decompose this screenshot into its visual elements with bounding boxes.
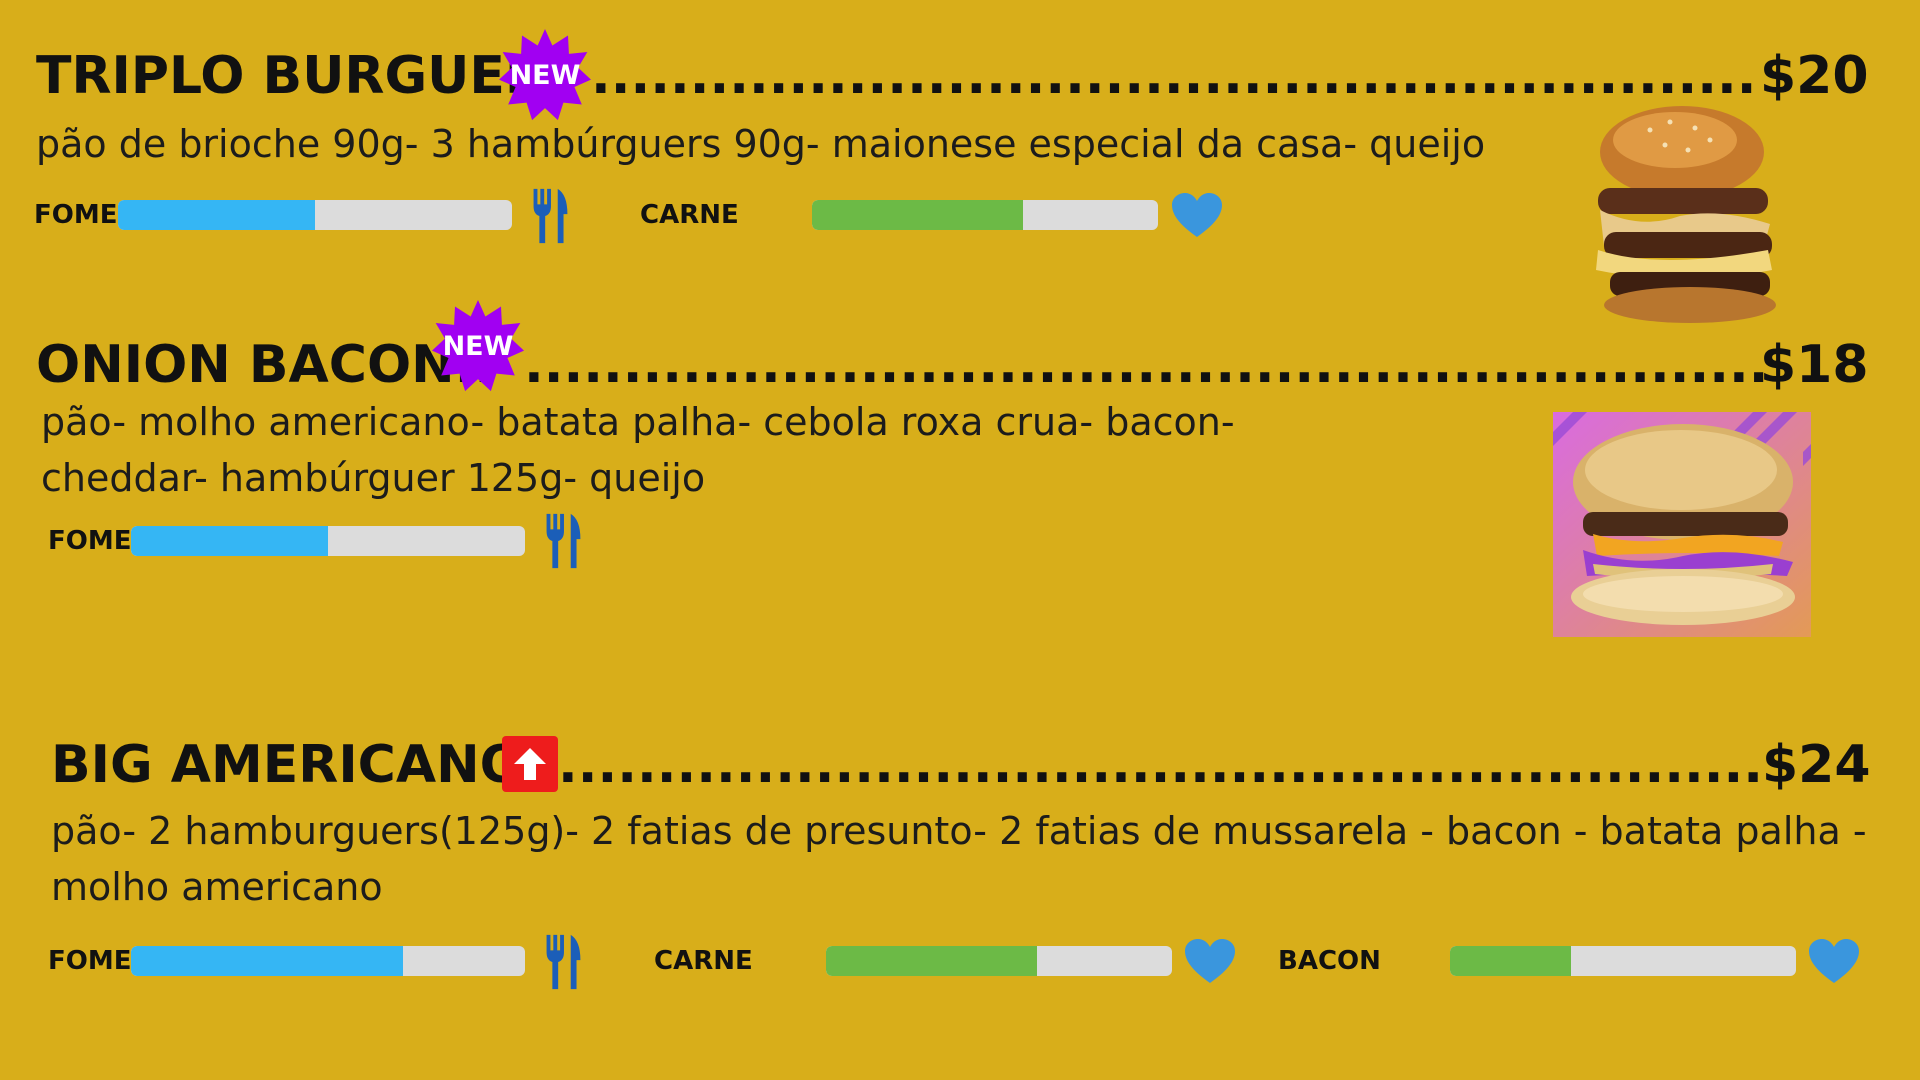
new-badge-label: NEW bbox=[442, 330, 514, 362]
fork-knife-icon bbox=[543, 512, 583, 570]
meter-bar-carne bbox=[826, 946, 1172, 976]
item-description-line-2: cheddar- hambúrguer 125g- queijo bbox=[41, 456, 706, 500]
onion-bacon-burger-photo bbox=[1553, 412, 1811, 637]
fork-knife-icon bbox=[543, 933, 583, 991]
meter-bar-bacon bbox=[1450, 946, 1796, 976]
item-description-line-1: pão- 2 hamburguers(125g)- 2 fatias de pr… bbox=[51, 809, 1867, 853]
new-badge-label: NEW bbox=[509, 59, 581, 91]
meter-label-fome: FOME bbox=[34, 200, 118, 230]
leader-dots: ........................................… bbox=[524, 335, 1764, 395]
item-description-line-2: molho americano bbox=[51, 865, 383, 909]
leader-dots: ........................................… bbox=[591, 46, 1756, 106]
item-price: $24 bbox=[1762, 735, 1871, 795]
item-title-big-americano: BIG AMERICANO.. bbox=[51, 735, 563, 795]
fork-knife-icon bbox=[530, 187, 570, 245]
meter-fill-fome bbox=[131, 946, 403, 976]
item-price: $18 bbox=[1760, 335, 1869, 395]
meter-bar-fome bbox=[118, 200, 512, 230]
meter-bar-carne bbox=[812, 200, 1158, 230]
meter-label-carne: CARNE bbox=[640, 200, 739, 230]
meter-label-fome: FOME bbox=[48, 526, 132, 556]
arrow-up-icon bbox=[514, 748, 546, 780]
item-price: $20 bbox=[1760, 46, 1869, 106]
item-description-line-1: pão- molho americano- batata palha- cebo… bbox=[41, 400, 1235, 444]
meter-label-bacon: BACON bbox=[1278, 946, 1381, 976]
meter-label-fome: FOME bbox=[48, 946, 132, 976]
meter-fill-fome bbox=[118, 200, 315, 230]
triple-burger-photo bbox=[1596, 106, 1776, 323]
meter-bar-fome bbox=[131, 526, 525, 556]
meter-fill-bacon bbox=[1450, 946, 1572, 976]
new-badge: NEW bbox=[499, 29, 591, 121]
heart-icon bbox=[1809, 939, 1859, 985]
item-description: pão de brioche 90g- 3 hambúrguers 90g- m… bbox=[36, 122, 1486, 166]
meter-label-carne: CARNE bbox=[654, 946, 753, 976]
meter-bar-fome bbox=[131, 946, 525, 976]
leader-dots: ........................................… bbox=[558, 735, 1763, 795]
meter-fill-fome bbox=[131, 526, 328, 556]
meter-fill-carne bbox=[826, 946, 1038, 976]
new-badge: NEW bbox=[432, 300, 524, 392]
item-title-triplo-burguer: TRIPLO BURGUER bbox=[36, 46, 545, 106]
item-title-onion-bacon: ONION BACON.. bbox=[36, 335, 495, 395]
meter-fill-carne bbox=[812, 200, 1024, 230]
heart-icon bbox=[1172, 193, 1222, 239]
arrow-up-badge bbox=[502, 736, 558, 792]
heart-icon bbox=[1185, 939, 1235, 985]
